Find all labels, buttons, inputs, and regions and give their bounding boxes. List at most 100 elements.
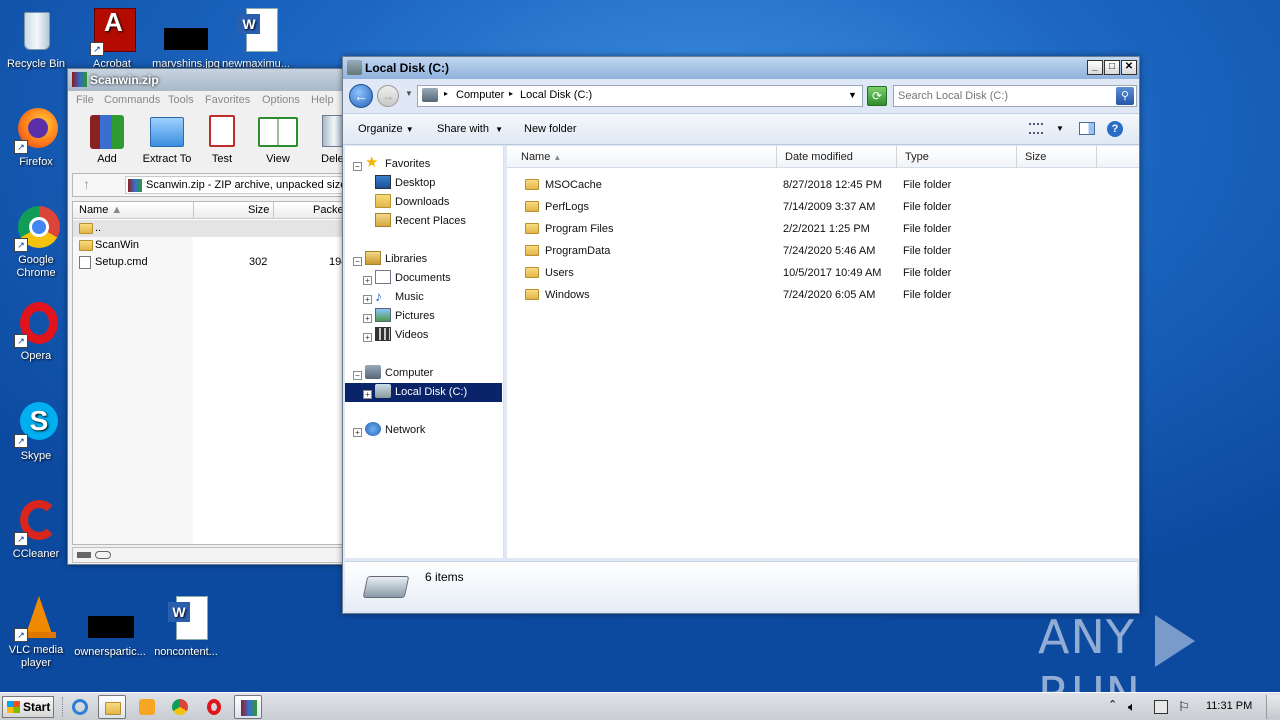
- nav-downloads[interactable]: Downloads: [375, 193, 449, 212]
- file-date: 2/2/2021 1:25 PM: [783, 223, 870, 235]
- up-arrow-icon[interactable]: ↑: [83, 176, 90, 192]
- desktop-icon-ccleaner[interactable]: ↗ CCleaner: [0, 498, 72, 561]
- share-with-button[interactable]: Share with ▼: [437, 114, 503, 145]
- action-center-flag-icon[interactable]: ⚐: [1178, 699, 1190, 715]
- collapse-favorites-icon[interactable]: −: [353, 162, 362, 171]
- nav-music[interactable]: ♪ Music: [375, 288, 424, 307]
- expand-music-icon[interactable]: +: [363, 295, 372, 304]
- refresh-button[interactable]: ⟳: [867, 86, 887, 106]
- taskbar-ie-icon[interactable]: [66, 695, 94, 719]
- preview-pane-icon[interactable]: [1079, 122, 1095, 135]
- taskbar-explorer-icon[interactable]: [98, 695, 126, 719]
- desktop-icon-acrobat[interactable]: A ↗ Acrobat: [76, 8, 148, 71]
- help-icon[interactable]: ?: [1107, 121, 1123, 137]
- taskbar-chrome-icon[interactable]: [166, 695, 194, 719]
- expand-local-disk-icon[interactable]: +: [363, 390, 372, 399]
- desktop-icon-noncontent[interactable]: W noncontent...: [150, 596, 222, 659]
- collapse-computer-icon[interactable]: −: [353, 371, 362, 380]
- file-row[interactable]: MSOCache 8/27/2018 12:45 PM File folder: [507, 174, 1139, 196]
- desktop-icon-marvshins[interactable]: marvshins.jpg: [150, 8, 222, 71]
- menu-favorites[interactable]: Favorites: [205, 91, 250, 109]
- search-input[interactable]: [898, 88, 1108, 104]
- minimize-button[interactable]: _: [1087, 60, 1103, 75]
- show-hidden-icons-icon[interactable]: ⌃: [1108, 698, 1117, 711]
- view-options-icon[interactable]: [1029, 123, 1043, 134]
- network-tray-icon[interactable]: [1154, 700, 1168, 714]
- column-size[interactable]: Size: [248, 204, 269, 216]
- nav-computer[interactable]: Computer: [365, 364, 433, 383]
- file-row[interactable]: Program Files 2/2/2021 1:25 PM File fold…: [507, 218, 1139, 240]
- column-header-name[interactable]: Name ▲: [507, 146, 777, 168]
- nav-network[interactable]: Network: [365, 421, 425, 440]
- clock[interactable]: 11:31 PM: [1206, 700, 1252, 712]
- search-box[interactable]: ⚲: [893, 85, 1137, 107]
- desktop-icon-firefox[interactable]: ↗ Firefox: [0, 106, 72, 169]
- expand-documents-icon[interactable]: +: [363, 276, 372, 285]
- menu-commands[interactable]: Commands: [104, 91, 160, 109]
- expand-videos-icon[interactable]: +: [363, 333, 372, 342]
- desktop-icon-ownerspartic[interactable]: ownerspartic...: [74, 596, 146, 659]
- nav-desktop[interactable]: Desktop: [375, 174, 435, 193]
- column-header-size[interactable]: Size: [1017, 146, 1097, 168]
- back-button[interactable]: ←: [349, 84, 373, 108]
- column-header-date[interactable]: Date modified: [777, 146, 897, 168]
- menu-file[interactable]: File: [76, 91, 94, 109]
- file-row[interactable]: PerfLogs 7/14/2009 3:37 AM File folder: [507, 196, 1139, 218]
- view-dropdown-icon[interactable]: ▼: [1056, 114, 1064, 144]
- desktop-icon-skype[interactable]: S ↗ Skype: [0, 400, 72, 463]
- file-row[interactable]: Windows 7/24/2020 6:05 AM File folder: [507, 284, 1139, 306]
- breadcrumb-local-disk[interactable]: Local Disk (C:): [520, 89, 592, 101]
- start-button[interactable]: Start: [2, 696, 54, 718]
- new-folder-button[interactable]: New folder: [524, 114, 577, 144]
- table-row[interactable]: ..: [73, 220, 349, 237]
- desktop-icon-recycle-bin[interactable]: Recycle Bin: [0, 8, 72, 71]
- expand-network-icon[interactable]: +: [353, 428, 362, 437]
- expand-pictures-icon[interactable]: +: [363, 314, 372, 323]
- maximize-button[interactable]: □: [1104, 60, 1120, 75]
- nav-local-disk[interactable]: Local Disk (C:): [375, 383, 467, 402]
- forward-button[interactable]: →: [377, 85, 399, 107]
- desktop-icon-opera[interactable]: ↗ Opera: [0, 300, 72, 363]
- file-row[interactable]: Users 10/5/2017 10:49 AM File folder: [507, 262, 1139, 284]
- show-desktop-button[interactable]: [1266, 695, 1280, 719]
- nav-recent-places[interactable]: Recent Places: [375, 212, 466, 231]
- collapse-libraries-icon[interactable]: −: [353, 257, 362, 266]
- column-header-type[interactable]: Type: [897, 146, 1017, 168]
- close-button[interactable]: ✕: [1121, 60, 1137, 75]
- key-icon: [95, 551, 111, 559]
- menu-options[interactable]: Options: [262, 91, 300, 109]
- nav-documents[interactable]: Documents: [375, 269, 451, 288]
- nav-libraries[interactable]: Libraries: [365, 250, 427, 269]
- nav-pictures[interactable]: Pictures: [375, 307, 435, 326]
- extract-to-button[interactable]: Extract To: [138, 115, 196, 165]
- desktop-icon-chrome[interactable]: ↗ Google Chrome: [0, 204, 72, 280]
- taskbar-opera-icon[interactable]: [200, 695, 228, 719]
- view-button[interactable]: View: [256, 115, 300, 165]
- address-bar[interactable]: ▸ Computer ▸ Local Disk (C:) ▼: [417, 85, 863, 107]
- column-name[interactable]: Name ▲: [79, 204, 122, 216]
- desktop-icon-newmaximu[interactable]: W newmaximu...: [220, 8, 292, 71]
- menu-tools[interactable]: Tools: [168, 91, 194, 109]
- volume-icon[interactable]: 🔈︎: [1128, 699, 1136, 715]
- search-icon[interactable]: ⚲: [1116, 87, 1134, 105]
- taskbar-media-player-icon[interactable]: [132, 695, 160, 719]
- add-button[interactable]: Add: [82, 115, 132, 165]
- test-button[interactable]: Test: [200, 115, 244, 165]
- address-dropdown-icon[interactable]: ▼: [848, 90, 857, 100]
- table-row[interactable]: Setup.cmd 302 194: [73, 254, 349, 271]
- explorer-titlebar[interactable]: Local Disk (C:) _ □ ✕: [343, 57, 1139, 79]
- nav-videos[interactable]: Videos: [375, 326, 428, 345]
- breadcrumb-computer[interactable]: Computer: [456, 89, 504, 101]
- nav-favorites[interactable]: ★ Favorites: [365, 155, 430, 174]
- item-count: 6 items: [425, 570, 464, 584]
- desktop-icon-vlc[interactable]: ↗ VLC media player: [0, 594, 72, 670]
- menu-help[interactable]: Help: [311, 91, 334, 109]
- taskbar-winrar-icon[interactable]: [234, 695, 262, 719]
- archive-path-field[interactable]: Scanwin.zip - ZIP archive, unpacked size: [125, 176, 349, 194]
- recent-pages-dropdown[interactable]: ▼: [405, 89, 413, 98]
- winrar-titlebar[interactable]: Scanwin.zip: [68, 69, 348, 91]
- table-row[interactable]: ScanWin: [73, 237, 349, 254]
- winrar-menubar: File Commands Tools Favorites Options He…: [68, 91, 350, 109]
- file-row[interactable]: ProgramData 7/24/2020 5:46 AM File folde…: [507, 240, 1139, 262]
- organize-button[interactable]: Organize ▼: [358, 114, 414, 145]
